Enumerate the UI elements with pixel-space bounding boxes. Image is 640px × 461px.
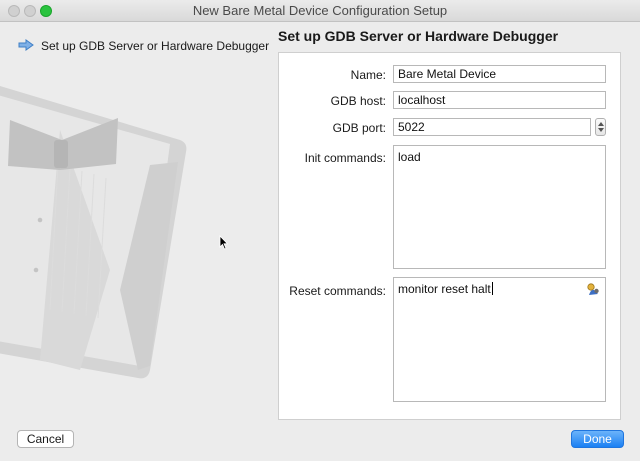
init-commands-text: load [398,150,421,164]
arrow-right-icon [18,38,34,54]
reset-commands-editor[interactable]: monitor reset halt [393,277,606,402]
mouse-pointer-icon [219,235,229,250]
gdb-port-stepper[interactable] [595,118,606,136]
gdb-port-field[interactable]: 5022 [393,118,591,136]
minimize-window-button[interactable] [24,5,36,17]
window-title: New Bare Metal Device Configuration Setu… [192,3,448,18]
done-button[interactable]: Done [571,430,624,448]
init-commands-label: Init commands: [304,151,386,165]
setup-window: New Bare Metal Device Configuration Setu… [0,0,640,461]
gdb-port-label: GDB port: [332,121,386,135]
zoom-window-button[interactable] [40,5,52,17]
sidebar-step-label: Set up GDB Server or Hardware Debugger [41,39,270,53]
text-caret [491,282,493,295]
macro-helper-icon[interactable] [586,282,600,299]
gdb-host-label: GDB host: [330,94,386,108]
page-heading: Set up GDB Server or Hardware Debugger [278,28,559,44]
cancel-button[interactable]: Cancel [17,430,74,448]
init-commands-editor[interactable]: load [393,145,606,269]
reset-commands-label: Reset commands: [289,284,386,298]
close-window-button[interactable] [8,5,20,17]
name-label: Name: [350,68,386,82]
stepper-up-icon[interactable] [598,122,604,126]
stepper-down-icon[interactable] [598,128,604,132]
title-bar: New Bare Metal Device Configuration Setu… [0,0,640,22]
sidebar-step-gdb-server: Set up GDB Server or Hardware Debugger [18,38,269,54]
reset-commands-text: monitor reset halt [398,282,491,296]
tuxedo-illustration [0,86,187,379]
gdb-host-field[interactable]: localhost [393,91,606,109]
name-field[interactable]: Bare Metal Device [393,65,606,83]
